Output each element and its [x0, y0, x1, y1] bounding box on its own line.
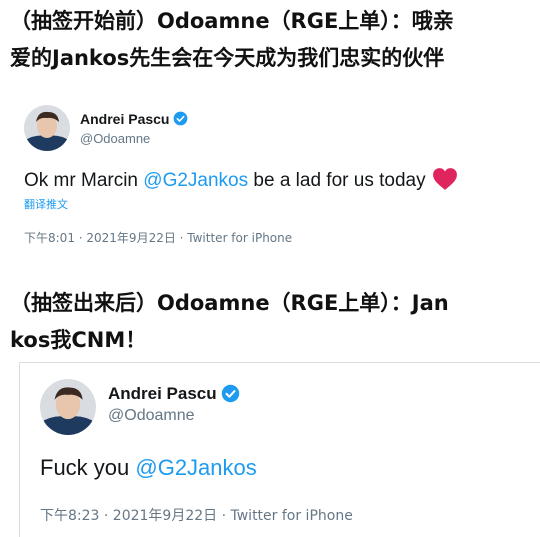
- mention-link[interactable]: @G2Jankos: [143, 170, 248, 191]
- avatar[interactable]: [40, 379, 96, 435]
- caption-before-draw-line1: （抽签开始前）Odoamne（RGE上单）：哦亲: [10, 9, 454, 33]
- tweet-text-end: be a lad for us today: [248, 170, 426, 191]
- caption-before-draw-line2: 爱的Jankos先生会在今天成为我们忠实的伙伴: [10, 46, 445, 70]
- user-handle[interactable]: @Odoamne: [108, 407, 195, 425]
- tweet-timestamp[interactable]: 下午8:01 · 2021年9月22日 · Twitter for iPhone: [24, 229, 292, 246]
- mention-link[interactable]: @G2Jankos: [135, 455, 256, 480]
- caption-before-draw: （抽签开始前）Odoamne（RGE上单）：哦亲 爱的Jankos先生会在今天成…: [10, 3, 530, 77]
- verified-badge-icon: [221, 384, 239, 402]
- tweet-card-before: Andrei Pascu @Odoamne Ok mr Marcin @G2Ja…: [0, 92, 540, 262]
- verified-badge-icon: [174, 111, 188, 126]
- tweet-text-start: Fuck you: [40, 455, 136, 480]
- caption-after-draw-line1: （抽签出来后）Odoamne（RGE上单）：Jan: [10, 291, 449, 315]
- translate-tweet-link[interactable]: 翻译推文: [24, 196, 68, 212]
- display-name[interactable]: Andrei Pascu: [108, 384, 240, 404]
- tweet-card-after: Andrei Pascu @Odoamne Fuck you @G2Jankos…: [19, 362, 540, 537]
- tweet-text: Fuck you @G2Jankos: [40, 455, 257, 481]
- tweet-text: Ok mr Marcin @G2Jankos be a lad for us t…: [24, 168, 458, 192]
- avatar[interactable]: [24, 105, 70, 151]
- tweet-timestamp[interactable]: 下午8:23 · 2021年9月22日 · Twitter for iPhone: [40, 505, 353, 525]
- user-handle[interactable]: @Odoamne: [80, 131, 150, 146]
- tweet-text-start: Ok mr Marcin: [24, 170, 144, 191]
- caption-after-draw-line2: kos我CNM！: [10, 328, 147, 352]
- heart-icon: [432, 168, 457, 190]
- caption-after-draw: （抽签出来后）Odoamne（RGE上单）：Jan kos我CNM！: [10, 285, 530, 359]
- display-name[interactable]: Andrei Pascu: [80, 111, 188, 127]
